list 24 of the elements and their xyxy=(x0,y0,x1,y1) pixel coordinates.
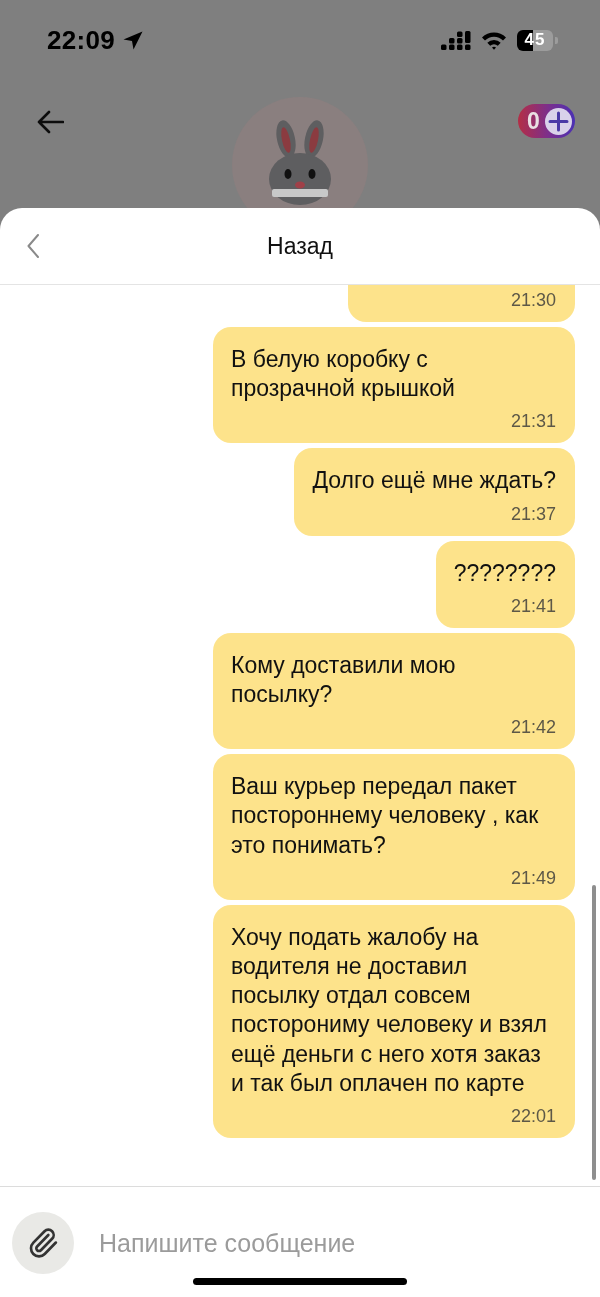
message-time: 21:41 xyxy=(510,594,556,617)
location-arrow-icon xyxy=(123,30,143,50)
message-time: 21:37 xyxy=(510,502,556,525)
message-time: 22:01 xyxy=(510,1105,556,1127)
message-time: 21:31 xyxy=(510,410,556,433)
paperclip-icon xyxy=(27,1227,59,1259)
message-time: 21:42 xyxy=(510,716,556,739)
message-text: Долго ещё мне ждать? xyxy=(312,466,556,496)
message-time: 21:30 xyxy=(510,288,556,311)
status-time: 22:09 xyxy=(47,24,115,56)
back-arrow-icon[interactable] xyxy=(36,110,64,134)
cellular-signal-icon xyxy=(441,30,471,50)
message-text: В белую коробку с прозрачной крышкой xyxy=(231,344,456,404)
sheet-title: Назад xyxy=(267,232,333,260)
plus-circle-icon xyxy=(545,107,572,135)
message-text: Кому доставили мою посылку? xyxy=(231,650,457,709)
points-button[interactable]: 0 xyxy=(518,104,575,138)
message-time: 21:49 xyxy=(510,866,556,889)
message-text: Ваш курьер передал пакет постороннему человеку , как это понимать? xyxy=(231,772,540,860)
message-text: Хочу подать жалобу на водителя не доставил посылку отдал совсем посторониму человеку и взял ещё деньги с него хотя заказ и так был оплачен по карте xyxy=(231,922,548,1098)
message-text: ???????? xyxy=(453,558,556,588)
message-input[interactable]: Напишите сообщение xyxy=(99,1221,588,1265)
chevron-left-icon[interactable] xyxy=(27,234,39,258)
wifi-icon xyxy=(481,30,507,50)
